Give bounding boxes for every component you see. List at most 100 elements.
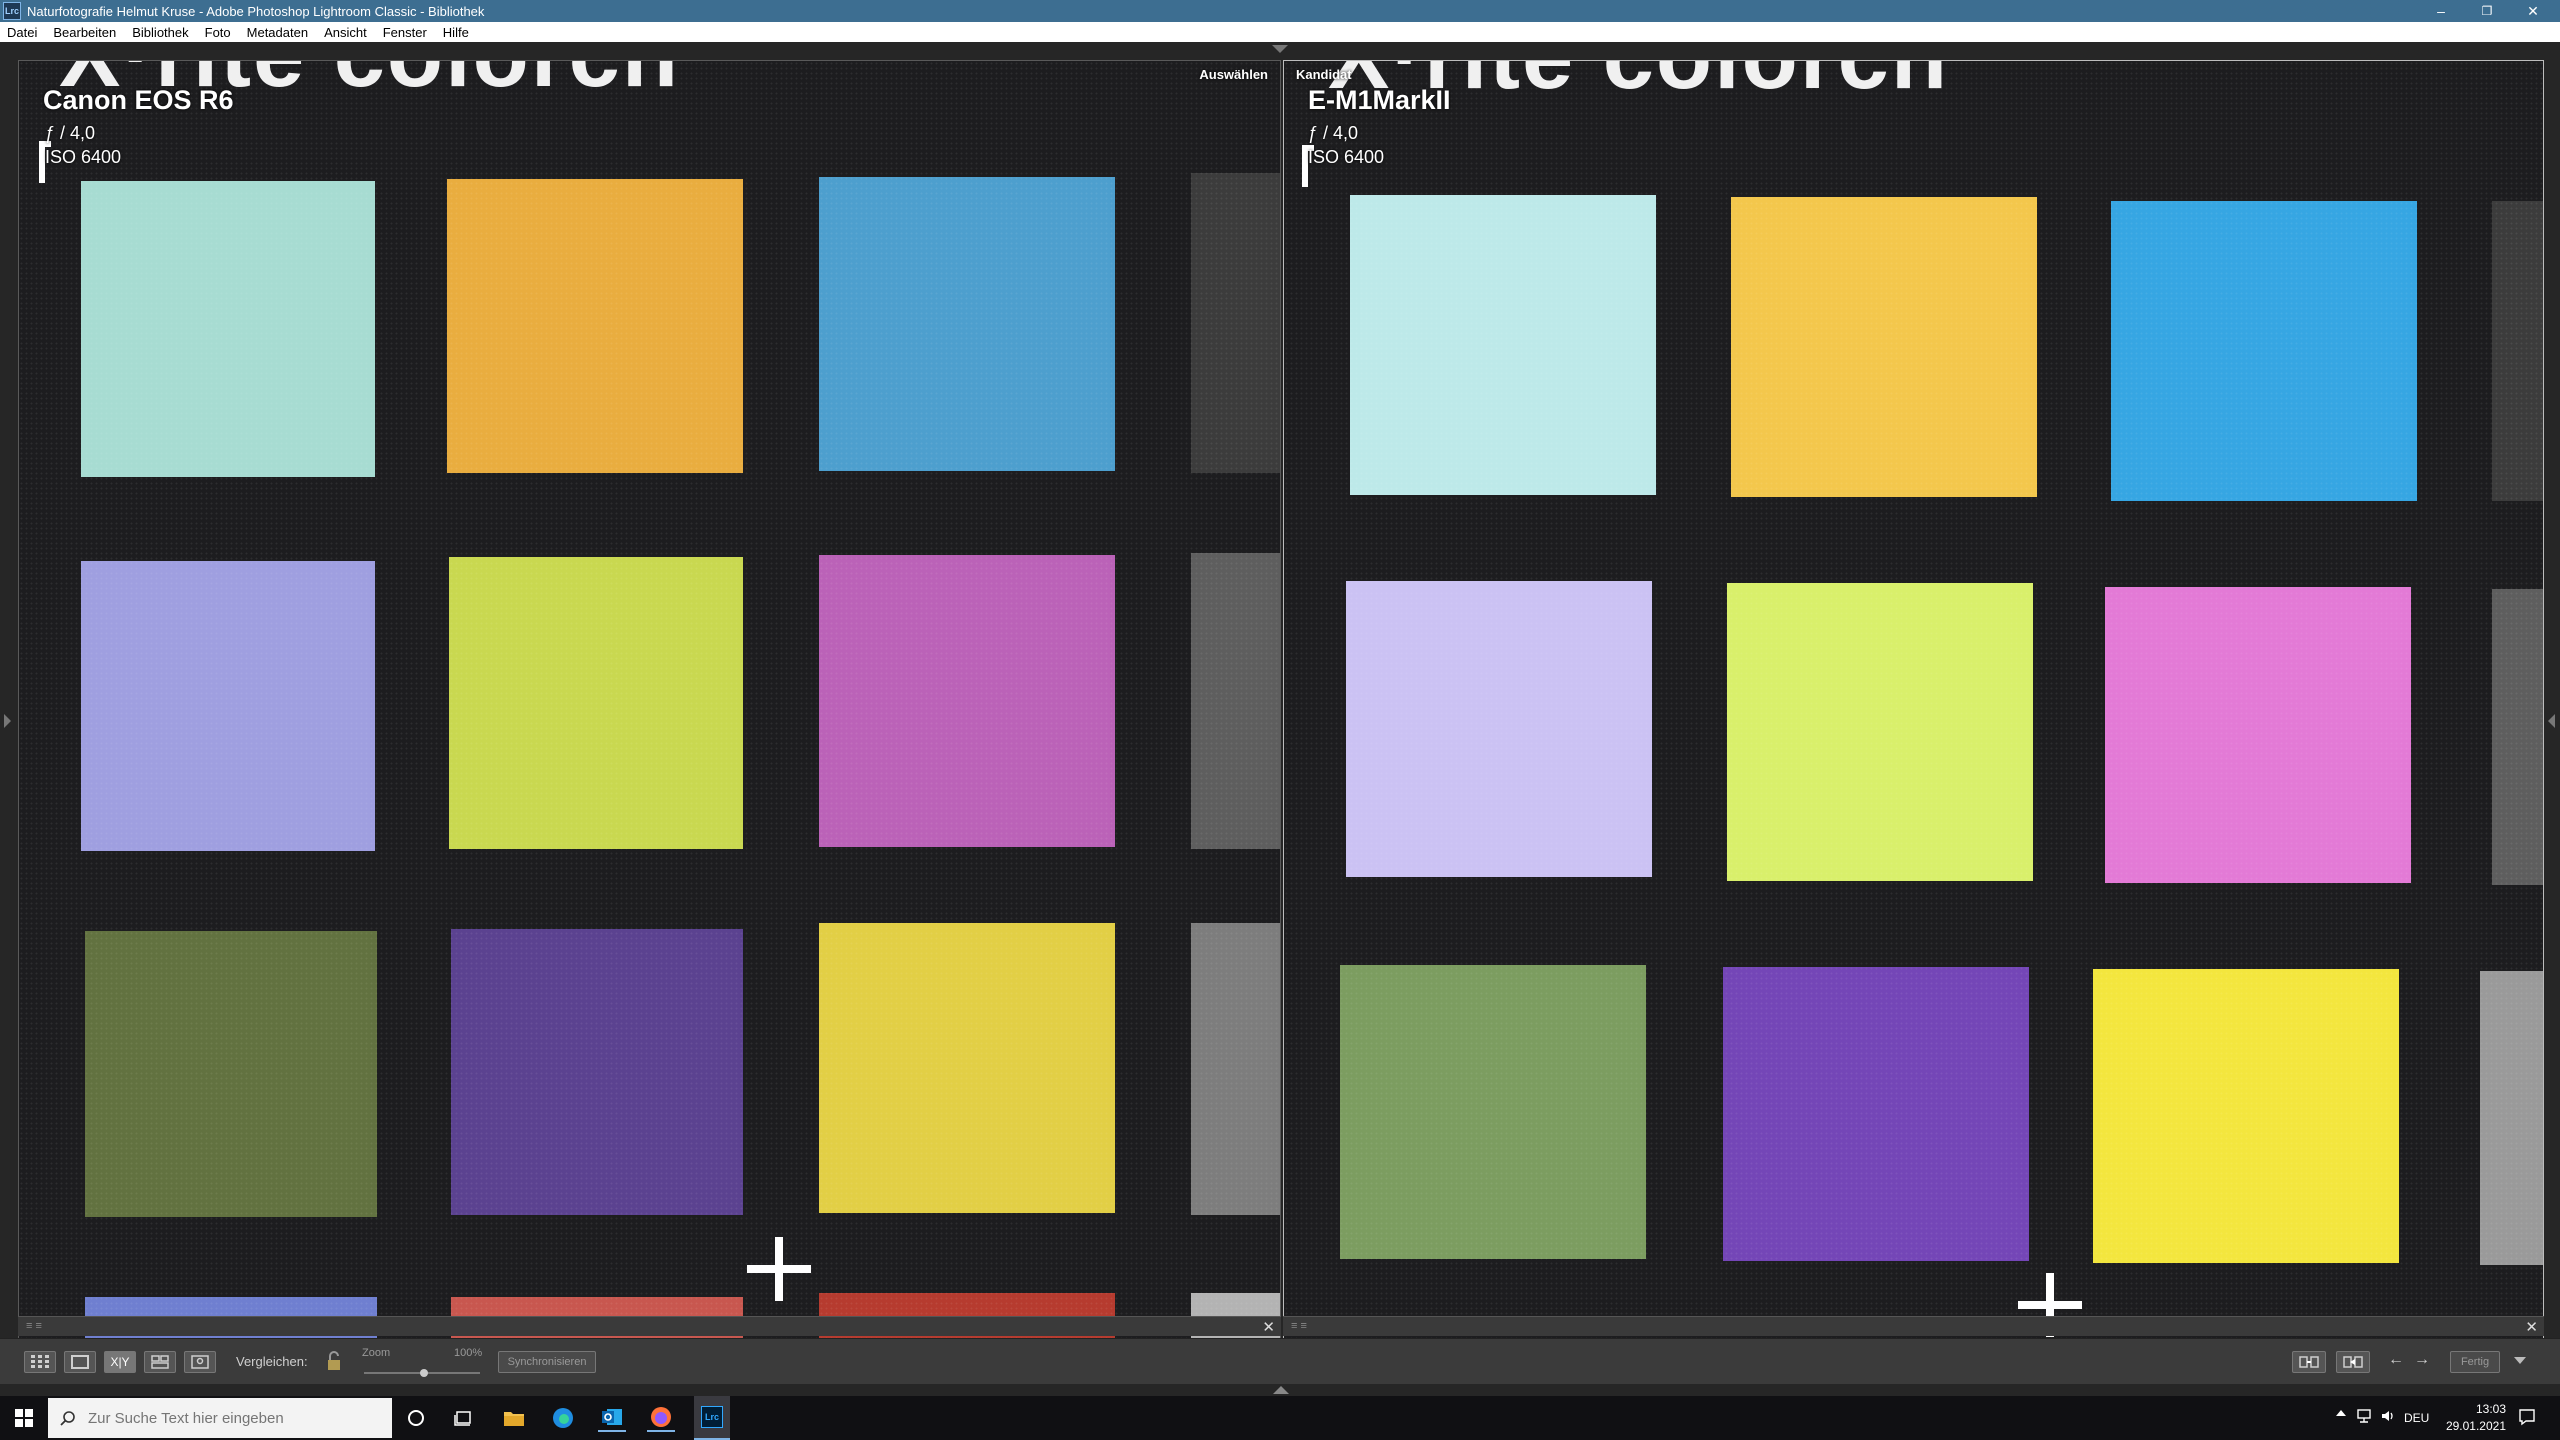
taskbar-search[interactable] [48,1398,392,1438]
restore-button[interactable]: ❐ [2464,0,2510,22]
swatch-left-6 [819,555,1115,847]
candidate-photo-pane[interactable]: X·rite colorch E-M1MarkII ƒ / 4,0 ISO 64… [1283,60,2544,1358]
title-bar: Lrc Naturfotografie Helmut Kruse - Adobe… [0,0,2560,22]
loupe-icon [71,1355,89,1369]
right-aperture-label: ƒ / 4,0 [1308,123,1359,143]
swatch-right-gray-1 [2492,201,2543,501]
compare-xy-icon: X|Y [110,1355,130,1369]
input-language[interactable]: DEU [2404,1411,2429,1425]
zoom-slider[interactable] [364,1369,480,1377]
swatch-right-gray-2 [2492,589,2543,885]
search-input[interactable] [88,1409,378,1427]
swatch-right-8 [1723,967,2029,1261]
menu-hilfe[interactable]: Hilfe [436,25,478,40]
zoom-lock-icon[interactable] [326,1351,342,1371]
people-view-button[interactable] [184,1351,216,1373]
grid-view-button[interactable] [24,1351,56,1373]
candidate-pane-footer: ≡ ≡ ✕ [1283,1316,2544,1336]
make-select-button[interactable] [2336,1351,2370,1373]
swap-button[interactable] [2292,1351,2326,1373]
window-title: Naturfotografie Helmut Kruse - Adobe Pho… [27,3,485,19]
clock-date[interactable]: 29.01.2021 [2432,1419,2506,1433]
menu-bar: Datei Bearbeiten Bibliothek Foto Metadat… [0,22,2560,42]
swatch-right-4 [1346,581,1652,877]
menu-bearbeiten[interactable]: Bearbeiten [46,25,125,40]
volume-icon[interactable] [2380,1408,2396,1429]
left-aperture-label: ƒ / 4,0 [45,123,96,143]
compare-view-button[interactable]: X|Y [104,1351,136,1373]
menu-foto[interactable]: Foto [198,25,240,40]
next-arrow-icon[interactable]: → [2414,1351,2430,1369]
select-pane-footer: ≡ ≡ ✕ [18,1316,1281,1336]
zoom-slider-thumb[interactable] [420,1369,428,1377]
right-iso-label: ISO 6400 [1308,147,1385,167]
edge-browser-icon[interactable] [549,1404,577,1432]
previous-arrow-icon[interactable]: ← [2388,1351,2404,1369]
windows-taskbar: Lrc DEU 13:03 29.01.2021 [0,1396,2560,1440]
left-panel-toggle-icon[interactable] [4,714,11,728]
close-candidate-pane-icon[interactable]: ✕ [2525,1318,2538,1336]
loupe-view-button[interactable] [64,1351,96,1373]
right-panel-toggle-icon[interactable] [2548,714,2555,728]
left-iso-label: ISO 6400 [45,147,122,167]
tray-chevron-up-icon[interactable] [2336,1410,2346,1416]
select-photo-pane[interactable]: X·rite colorch Canon EOS R6 ƒ / 4,0 ISO … [18,60,1281,1358]
zoom-label: Zoom [362,1347,391,1359]
menu-datei[interactable]: Datei [0,25,46,40]
swatch-right-2 [1731,197,2037,497]
survey-view-button[interactable] [144,1351,176,1373]
swatch-left-3 [819,177,1115,471]
make-select-icon [2343,1356,2363,1368]
swatch-left-gray-2 [1191,553,1280,849]
library-toolbar: X|Y Vergleichen: Zoom 100% Synchronisier… [0,1338,2560,1384]
done-button[interactable]: Fertig [2450,1351,2500,1373]
compare-view: X·rite colorch Canon EOS R6 ƒ / 4,0 ISO … [0,42,2560,1358]
left-camera-label: Canon EOS R6 [43,85,234,115]
people-icon [191,1355,209,1369]
candidate-tag-label: Kandidat [1296,67,1352,82]
lightroom-window: Lrc Naturfotografie Helmut Kruse - Adobe… [0,0,2560,1440]
compare-label: Vergleichen: [236,1354,308,1369]
pane-grip-icon: ≡ ≡ [26,1320,42,1332]
swatch-right-9 [2093,969,2399,1263]
swatch-left-5 [449,557,743,849]
firefox-icon[interactable] [647,1404,675,1432]
outlook-icon[interactable] [598,1404,626,1432]
swatch-right-6 [2105,587,2411,883]
close-select-pane-icon[interactable]: ✕ [1262,1318,1275,1336]
zoom-value: 100% [454,1347,483,1359]
crosshair-left [747,1237,811,1301]
swatch-left-4 [81,561,375,851]
filmstrip-toggle-icon[interactable] [1273,1386,1289,1394]
swatch-left-gray-1 [1191,173,1280,473]
clock-time[interactable]: 13:03 [2448,1402,2506,1416]
survey-icon [151,1355,169,1369]
network-icon[interactable] [2356,1408,2372,1429]
minimize-button[interactable]: – [2418,0,2464,22]
synchronize-button[interactable]: Synchronisieren [498,1351,596,1373]
menu-ansicht[interactable]: Ansicht [317,25,376,40]
task-view-icon[interactable] [450,1404,478,1432]
windows-start-icon[interactable] [10,1404,38,1432]
swatch-right-3 [2111,201,2417,501]
top-panel-toggle-icon[interactable] [1272,45,1288,53]
notification-center-icon[interactable] [2518,1408,2536,1431]
swatch-left-8 [451,929,743,1215]
lightroom-app-icon: Lrc [3,2,21,20]
swatch-left-7 [85,931,377,1217]
menu-bibliothek[interactable]: Bibliothek [125,25,197,40]
lightroom-taskbar-icon[interactable]: Lrc [694,1396,730,1440]
right-camera-label: E-M1MarkII [1308,85,1451,115]
swatch-left-9 [819,923,1115,1213]
swap-icon [2299,1356,2319,1368]
cortana-icon[interactable] [402,1404,430,1432]
search-icon [60,1411,75,1426]
menu-metadaten[interactable]: Metadaten [240,25,317,40]
file-explorer-icon[interactable] [500,1404,528,1432]
menu-fenster[interactable]: Fenster [376,25,436,40]
pane-grip-icon: ≡ ≡ [1291,1320,1307,1332]
toolbar-options-chevron-down-icon[interactable] [2514,1357,2526,1364]
swatch-left-1 [81,181,375,477]
swatch-left-2 [447,179,743,473]
close-button[interactable]: ✕ [2510,0,2556,22]
